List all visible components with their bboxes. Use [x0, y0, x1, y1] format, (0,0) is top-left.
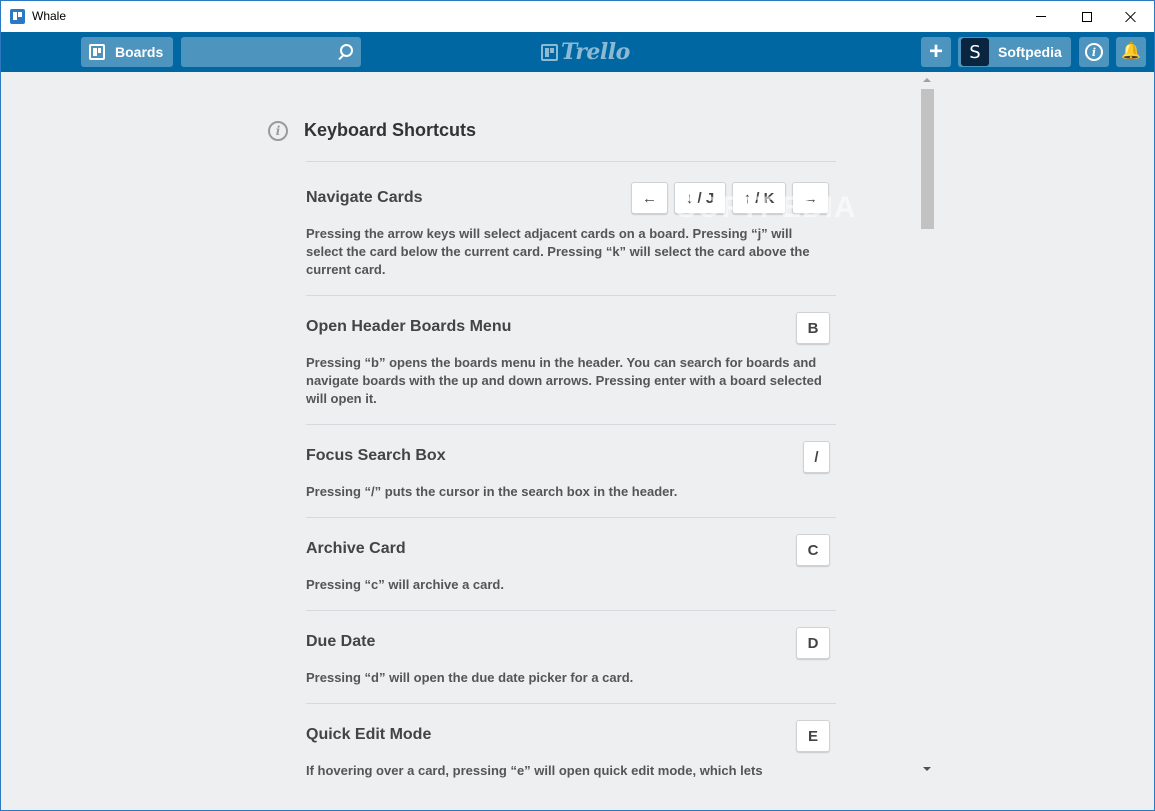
trello-header: Boards Trello + S Softpedia i 🔔 — [1, 32, 1154, 72]
search-icon[interactable] — [337, 44, 353, 60]
shortcut-name: Focus Search Box — [306, 447, 446, 464]
app-window: Whale Boards Trello + S Softpedia i 🔔 i … — [0, 0, 1155, 811]
shortcuts-page: i Keyboard Shortcuts Navigate Cards ← ↓ … — [1, 72, 1154, 810]
divider — [306, 610, 836, 611]
notifications-button[interactable]: 🔔 — [1116, 37, 1146, 67]
plus-icon: + — [928, 38, 943, 65]
divider — [306, 517, 836, 518]
user-menu-button[interactable]: S Softpedia — [958, 37, 1071, 67]
shortcut-description: Pressing “c” will archive a card. — [306, 577, 504, 592]
minimize-icon — [1036, 16, 1046, 17]
shortcut-description: If hovering over a card, pressing “e” wi… — [306, 763, 763, 778]
shortcut-name: Archive Card — [306, 540, 406, 557]
divider — [306, 295, 836, 296]
title-bar: Whale — [1, 1, 1154, 32]
trello-logo-icon — [541, 43, 558, 61]
scrollbar-thumb[interactable] — [921, 89, 934, 229]
scroll-down-arrow-icon[interactable] — [923, 767, 931, 771]
close-icon — [1125, 11, 1137, 23]
app-icon — [10, 9, 25, 24]
minimize-button[interactable] — [1018, 1, 1064, 32]
scroll-up-arrow-icon[interactable] — [923, 78, 931, 82]
window-title: Whale — [32, 9, 67, 23]
watermark: SOFTPEDIA — [676, 191, 857, 224]
shortcut-name: Due Date — [306, 633, 376, 650]
shortcut-name: Navigate Cards — [306, 189, 423, 206]
divider — [306, 703, 836, 704]
boards-icon — [89, 44, 105, 60]
boards-button[interactable]: Boards — [81, 37, 173, 67]
info-circle-icon: i — [268, 121, 288, 141]
shortcut-description: Pressing “/” puts the cursor in the sear… — [306, 484, 678, 499]
key-c: C — [796, 534, 830, 566]
user-name: Softpedia — [998, 44, 1062, 60]
shortcut-description: Pressing the arrow keys will select adja… — [306, 226, 810, 277]
key-slash: / — [803, 441, 830, 473]
divider — [306, 161, 836, 162]
trello-logo-text: Trello — [561, 39, 630, 65]
page-title: Keyboard Shortcuts — [304, 120, 477, 140]
key-d: D — [796, 627, 830, 659]
key-left-arrow: ← — [631, 182, 668, 214]
avatar: S — [961, 38, 989, 66]
maximize-button[interactable] — [1064, 1, 1110, 32]
key-e: E — [796, 720, 830, 752]
boards-button-label: Boards — [115, 44, 164, 60]
shortcut-description: Pressing “d” will open the due date pick… — [306, 670, 634, 685]
divider — [306, 424, 836, 425]
close-button[interactable] — [1108, 1, 1154, 32]
key-b: B — [796, 312, 830, 344]
shortcut-description: Pressing “b” opens the boards menu in th… — [306, 355, 822, 406]
info-button[interactable]: i — [1079, 37, 1109, 67]
shortcut-name: Quick Edit Mode — [306, 726, 432, 743]
search-input[interactable] — [181, 37, 361, 67]
maximize-icon — [1082, 11, 1092, 22]
trello-logo[interactable]: Trello — [541, 39, 630, 65]
add-button[interactable]: + — [921, 37, 951, 67]
bell-icon: 🔔 — [1121, 43, 1141, 60]
info-icon: i — [1085, 43, 1103, 61]
shortcut-name: Open Header Boards Menu — [306, 318, 512, 335]
